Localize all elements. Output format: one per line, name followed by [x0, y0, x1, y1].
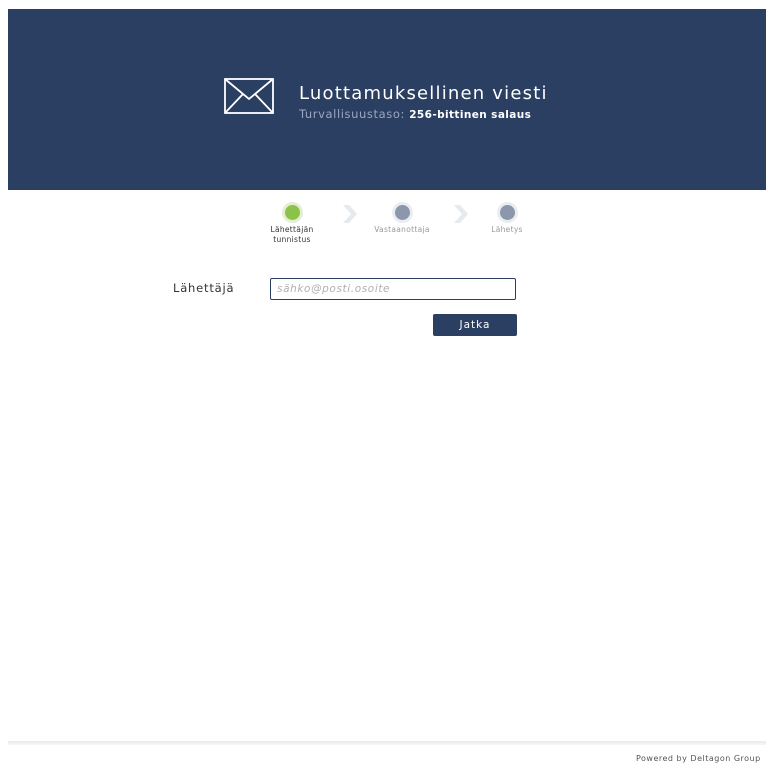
- footer-divider: [8, 741, 766, 745]
- chevron-right-icon: [454, 205, 468, 223]
- chevron-right-icon: [343, 205, 357, 223]
- step-1-label: Lähettäjän tunnistus: [262, 225, 322, 245]
- header-banner: Luottamuksellinen viesti Turvallisuustas…: [8, 9, 766, 190]
- security-level-value: 256-bittinen salaus: [409, 109, 532, 121]
- progress-steps: Lähettäjän tunnistus Vastaanottaja Lähet…: [0, 205, 766, 255]
- step-1-label-line2: tunnistus: [273, 235, 311, 244]
- sender-label: Lähettäjä: [173, 281, 235, 295]
- security-level-prefix: Turvallisuustaso:: [299, 107, 405, 121]
- security-level-line: Turvallisuustaso: 256-bittinen salaus: [299, 107, 531, 121]
- step-send: Lähetys: [482, 205, 532, 235]
- step-2-indicator: [394, 205, 410, 220]
- continue-button[interactable]: Jatka: [433, 314, 517, 336]
- sender-email-input[interactable]: [270, 278, 516, 300]
- powered-by-text: Powered by Deltagon Group: [636, 754, 761, 763]
- step-1-label-line1: Lähettäjän: [270, 225, 314, 234]
- envelope-icon: [224, 78, 274, 114]
- step-2-label: Vastaanottaja: [374, 225, 430, 234]
- step-3-indicator: [499, 205, 515, 220]
- step-3-label: Lähetys: [491, 225, 523, 234]
- step-sender-identification: Lähettäjän tunnistus: [262, 205, 322, 245]
- step-recipient: Vastaanottaja: [362, 205, 442, 235]
- step-1-indicator: [284, 205, 300, 220]
- page-title: Luottamuksellinen viesti: [299, 83, 548, 104]
